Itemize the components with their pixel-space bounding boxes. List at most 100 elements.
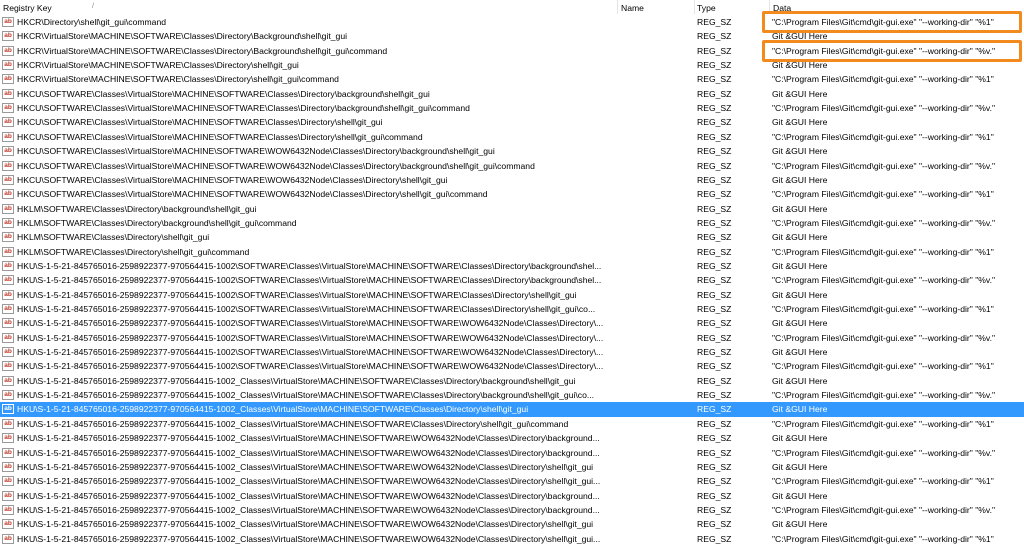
data-cell: Git &GUI Here	[772, 174, 828, 185]
registry-key-cell: HKLM\SOFTWARE\Classes\Directory\shell\gi…	[17, 232, 210, 243]
registry-row[interactable]: ab HKLM\SOFTWARE\Classes\Directory\shell\…	[0, 245, 1024, 259]
registry-row[interactable]: ab HKU\S-1-5-21-845765016-2598922377-9705…	[0, 359, 1024, 373]
registry-key-cell: HKCR\Directory\shell\git_gui\command	[17, 17, 167, 27]
column-header-name[interactable]: Name	[621, 3, 644, 13]
string-value-icon: ab	[2, 174, 14, 185]
type-cell: REG_SZ	[697, 375, 732, 386]
registry-row[interactable]: ab HKCU\SOFTWARE\Classes\VirtualStore\MAC…	[0, 187, 1024, 201]
column-divider[interactable]	[694, 0, 695, 14]
registry-row[interactable]: ab HKCR\Directory\shell\git_gui\command RE…	[0, 11, 1024, 33]
registry-key-cell: HKCR\VirtualStore\MACHINE\SOFTWARE\Class…	[17, 45, 388, 56]
column-header-registry-key[interactable]: Registry Key	[3, 3, 52, 13]
registry-key-cell: HKLM\SOFTWARE\Classes\Directory\shell\gi…	[17, 246, 250, 257]
registry-key-cell: HKU\S-1-5-21-845765016-2598922377-970564…	[17, 504, 600, 515]
registry-key-cell: HKCU\SOFTWARE\Classes\VirtualStore\MACHI…	[17, 174, 448, 185]
name-cell	[620, 316, 690, 330]
registry-row[interactable]: ab HKCU\SOFTWARE\Classes\VirtualStore\MAC…	[0, 130, 1024, 144]
registry-row[interactable]: ab HKU\S-1-5-21-845765016-2598922377-9705…	[0, 517, 1024, 531]
name-cell	[620, 144, 690, 158]
name-cell	[620, 173, 690, 187]
registry-row[interactable]: ab HKU\S-1-5-21-845765016-2598922377-9705…	[0, 417, 1024, 431]
string-value-icon: ab	[2, 160, 14, 171]
string-value-icon: ab	[2, 146, 14, 157]
string-value-icon: ab	[2, 131, 14, 142]
type-cell: REG_SZ	[697, 433, 732, 444]
string-value-icon: ab	[2, 60, 14, 71]
string-value-icon: ab	[2, 404, 14, 415]
registry-row[interactable]: ab HKU\S-1-5-21-845765016-2598922377-9705…	[0, 431, 1024, 445]
type-cell: REG_SZ	[697, 519, 732, 530]
string-value-icon: ab	[2, 304, 14, 314]
data-cell: Git &GUI Here	[772, 60, 828, 71]
registry-row[interactable]: ab HKU\S-1-5-21-845765016-2598922377-9705…	[0, 474, 1024, 488]
data-cell: "C:\Program Files\Git\cmd\git-gui.exe" "…	[772, 160, 996, 171]
registry-row[interactable]: ab HKLM\SOFTWARE\Classes\Directory\backgr…	[0, 202, 1024, 216]
name-cell	[620, 388, 690, 402]
data-cell: Git &GUI Here	[772, 232, 828, 243]
string-value-icon: ab	[2, 189, 14, 200]
data-cell: Git &GUI Here	[772, 146, 828, 157]
type-cell: REG_SZ	[697, 45, 732, 56]
registry-row[interactable]: ab HKCU\SOFTWARE\Classes\VirtualStore\MAC…	[0, 159, 1024, 173]
registry-row[interactable]: ab HKU\S-1-5-21-845765016-2598922377-9705…	[0, 374, 1024, 388]
string-value-icon: ab	[2, 433, 14, 444]
registry-row[interactable]: ab HKCU\SOFTWARE\Classes\VirtualStore\MAC…	[0, 101, 1024, 115]
string-value-icon: ab	[2, 318, 14, 329]
name-cell	[620, 517, 690, 531]
registry-row[interactable]: ab HKCU\SOFTWARE\Classes\VirtualStore\MAC…	[0, 144, 1024, 158]
registry-row[interactable]: ab HKU\S-1-5-21-845765016-2598922377-9705…	[0, 259, 1024, 273]
registry-row[interactable]: ab HKU\S-1-5-21-845765016-2598922377-9705…	[0, 460, 1024, 474]
registry-row[interactable]: ab HKCR\VirtualStore\MACHINE\SOFTWARE\Cla…	[0, 39, 1024, 62]
data-cell: "C:\Program Files\Git\cmd\git-gui.exe" "…	[772, 304, 994, 314]
data-cell: "C:\Program Files\Git\cmd\git-gui.exe" "…	[772, 103, 996, 114]
registry-key-cell: HKLM\SOFTWARE\Classes\Directory\backgrou…	[17, 203, 257, 214]
registry-row[interactable]: ab HKCU\SOFTWARE\Classes\VirtualStore\MAC…	[0, 87, 1024, 101]
registry-row[interactable]: ab HKCR\VirtualStore\MACHINE\SOFTWARE\Cla…	[0, 72, 1024, 86]
registry-row[interactable]: ab HKCU\SOFTWARE\Classes\VirtualStore\MAC…	[0, 115, 1024, 129]
name-cell	[620, 29, 690, 43]
column-divider[interactable]	[617, 0, 618, 14]
column-header-type[interactable]: Type	[697, 3, 716, 13]
registry-row[interactable]: ab HKU\S-1-5-21-845765016-2598922377-9705…	[0, 345, 1024, 359]
name-cell	[620, 44, 690, 58]
registry-row[interactable]: ab HKLM\SOFTWARE\Classes\Directory\shell\…	[0, 230, 1024, 244]
data-cell: "C:\Program Files\Git\cmd\git-gui.exe" "…	[772, 390, 996, 401]
registry-row[interactable]: ab HKCR\VirtualStore\MACHINE\SOFTWARE\Cla…	[0, 58, 1024, 72]
registry-row[interactable]: ab HKLM\SOFTWARE\Classes\Directory\backgr…	[0, 216, 1024, 230]
registry-row[interactable]: ab HKU\S-1-5-21-845765016-2598922377-9705…	[0, 489, 1024, 503]
string-value-icon: ab	[2, 347, 14, 358]
string-value-icon: ab	[2, 217, 14, 228]
registry-key-cell: HKU\S-1-5-21-845765016-2598922377-970564…	[17, 332, 604, 343]
registry-key-cell: HKCU\SOFTWARE\Classes\VirtualStore\MACHI…	[17, 189, 488, 200]
registry-row[interactable]: ab HKU\S-1-5-21-845765016-2598922377-9705…	[0, 331, 1024, 345]
registry-row[interactable]: ab HKU\S-1-5-21-845765016-2598922377-9705…	[0, 446, 1024, 460]
data-cell: "C:\Program Files\Git\cmd\git-gui.exe" "…	[772, 275, 996, 286]
registry-row[interactable]: ab HKU\S-1-5-21-845765016-2598922377-9705…	[0, 288, 1024, 302]
name-cell	[620, 460, 690, 474]
registry-key-cell: HKCR\VirtualStore\MACHINE\SOFTWARE\Class…	[17, 60, 299, 71]
name-cell	[620, 245, 690, 259]
name-cell	[620, 288, 690, 302]
name-cell	[620, 259, 690, 273]
registry-row[interactable]: ab HKU\S-1-5-21-845765016-2598922377-9705…	[0, 503, 1024, 517]
type-cell: REG_SZ	[697, 146, 732, 157]
registry-key-cell: HKCU\SOFTWARE\Classes\VirtualStore\MACHI…	[17, 103, 470, 114]
string-value-icon: ab	[2, 332, 14, 343]
name-cell	[620, 273, 690, 287]
registry-row[interactable]: ab HKU\S-1-5-21-845765016-2598922377-9705…	[0, 302, 1024, 316]
registry-row[interactable]: ab HKU\S-1-5-21-845765016-2598922377-9705…	[0, 532, 1024, 546]
registry-row[interactable]: ab HKU\S-1-5-21-845765016-2598922377-9705…	[0, 316, 1024, 330]
string-value-icon: ab	[2, 17, 14, 27]
registry-key-cell: HKU\S-1-5-21-845765016-2598922377-970564…	[17, 361, 604, 372]
registry-row[interactable]: ab HKU\S-1-5-21-845765016-2598922377-9705…	[0, 273, 1024, 287]
string-value-icon: ab	[2, 203, 14, 214]
registry-row[interactable]: ab HKCU\SOFTWARE\Classes\VirtualStore\MAC…	[0, 173, 1024, 187]
string-value-icon: ab	[2, 260, 14, 271]
data-cell: "C:\Program Files\Git\cmd\git-gui.exe" "…	[772, 332, 996, 343]
name-cell	[620, 446, 690, 460]
string-value-icon: ab	[2, 289, 14, 300]
name-cell	[620, 216, 690, 230]
registry-row[interactable]: ab HKU\S-1-5-21-845765016-2598922377-9705…	[0, 388, 1024, 402]
string-value-icon: ab	[2, 504, 14, 515]
registry-row[interactable]: ab HKU\S-1-5-21-845765016-2598922377-9705…	[0, 402, 1024, 417]
